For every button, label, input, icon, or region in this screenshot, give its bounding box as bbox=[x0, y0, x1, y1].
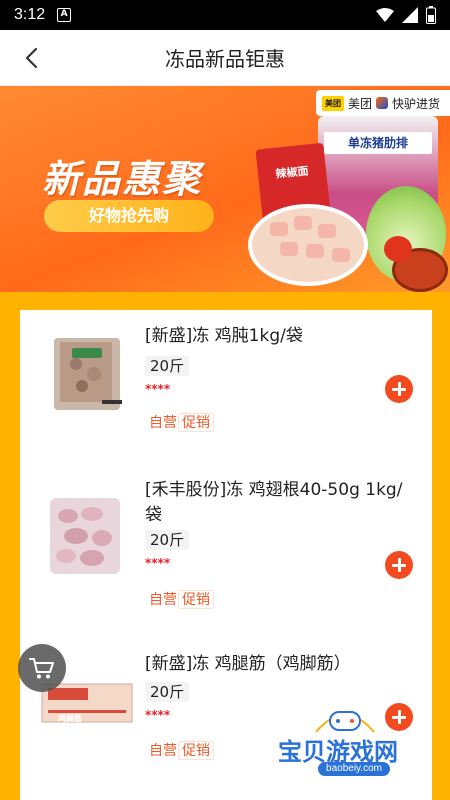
product-price: **** bbox=[145, 382, 171, 396]
brand-meituan: 美团 bbox=[348, 96, 373, 111]
frozen-chicken-drumette-bag-icon bbox=[50, 498, 120, 574]
brand-kuailv: 快驴进货 bbox=[392, 96, 441, 111]
product-title: [新盛]冻 鸡肫1kg/袋 bbox=[145, 326, 303, 346]
banner-subline: 好物抢先购 bbox=[44, 200, 214, 232]
cart-button[interactable] bbox=[18, 644, 66, 692]
product-spec: 20斤 bbox=[145, 356, 190, 376]
product-price: **** bbox=[145, 708, 171, 722]
back-button[interactable] bbox=[18, 44, 46, 72]
app-header: 冻品新品钜惠 bbox=[0, 30, 450, 86]
wifi-icon bbox=[376, 8, 394, 22]
status-bar: 3:12 A bbox=[0, 0, 450, 30]
meat-piece bbox=[280, 242, 298, 256]
shopping-cart-icon bbox=[29, 658, 54, 679]
tag-self-operated: 自营 bbox=[145, 741, 181, 760]
product-image bbox=[46, 334, 130, 414]
tag-self-operated: 自营 bbox=[145, 413, 181, 432]
watermark: 宝贝游戏网 baobeiy.com bbox=[270, 706, 420, 776]
page-title: 冻品新品钜惠 bbox=[165, 47, 285, 71]
meat-piece bbox=[318, 224, 336, 238]
battery-icon bbox=[426, 6, 436, 24]
product-spec: 20斤 bbox=[145, 530, 190, 550]
pork-ribs-box-label: 单冻猪肋排 bbox=[324, 132, 432, 154]
kuailv-logo-icon bbox=[376, 97, 389, 109]
watermark-url: baobeiy.com bbox=[318, 762, 390, 776]
tag-promotion: 促销 bbox=[178, 741, 214, 760]
tag-promotion: 促销 bbox=[178, 590, 214, 609]
banner-headline: 新品惠聚 bbox=[42, 157, 203, 201]
meat-piece bbox=[270, 222, 288, 236]
product-image: 鸡腿筋 bbox=[41, 676, 133, 756]
meat-piece bbox=[294, 216, 312, 230]
product-title: [新盛]冻 鸡腿筋（鸡脚筋） bbox=[145, 654, 351, 674]
promo-banner[interactable]: 美团 美团 快驴进货 新品惠聚 好物抢先购 单冻猪肋排 辣椒面 bbox=[0, 86, 450, 296]
product-price: **** bbox=[145, 556, 171, 570]
tag-self-operated: 自营 bbox=[145, 590, 181, 609]
brand-strip: 美团 美团 快驴进货 bbox=[316, 90, 450, 116]
meat-plate-image bbox=[248, 204, 368, 286]
tag-promotion: 促销 bbox=[178, 413, 214, 432]
box-label: 鸡腿筋 bbox=[58, 714, 82, 723]
notification-a-icon: A bbox=[57, 8, 72, 22]
product-spec: 20斤 bbox=[145, 682, 190, 702]
meat-piece bbox=[332, 248, 350, 262]
tomato-image bbox=[384, 236, 412, 262]
frozen-chicken-gizzard-bag-icon bbox=[54, 338, 122, 410]
product-image bbox=[46, 496, 130, 576]
status-icons bbox=[376, 6, 436, 24]
meat-piece bbox=[306, 244, 324, 258]
add-to-cart-button[interactable] bbox=[385, 375, 413, 403]
status-time: 3:12 bbox=[14, 6, 46, 23]
product-title: [禾丰股份]冻 鸡翅根40-50g 1kg/袋 bbox=[145, 480, 403, 525]
signal-icon bbox=[402, 7, 418, 23]
chevron-left-icon bbox=[25, 47, 38, 69]
add-to-cart-button[interactable] bbox=[385, 551, 413, 579]
meituan-logo: 美团 bbox=[322, 95, 344, 111]
